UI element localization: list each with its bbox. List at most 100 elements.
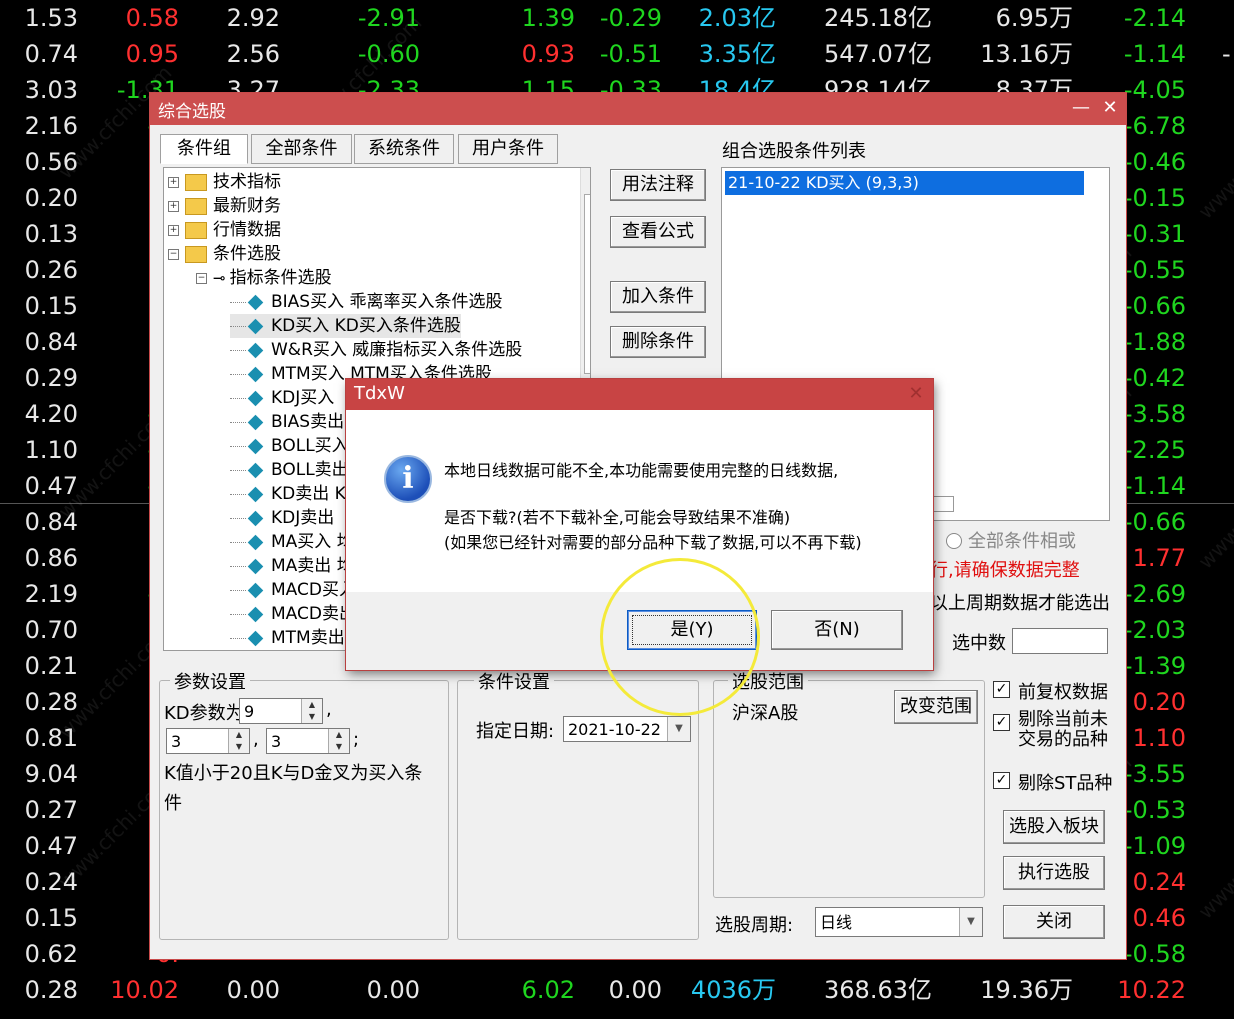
stock-row[interactable]: 0.28 10.02 0.00 0.00 6.02 0.00 4036万 368.63亿 19.… <box>0 972 1234 1008</box>
tree-node-indicator-condition[interactable]: − ⊸ 指标条件选股 <box>196 266 332 290</box>
period-label: 选股周期: <box>715 915 794 936</box>
chevron-down-icon[interactable]: ▼ <box>959 908 982 936</box>
tree-connector <box>230 373 246 375</box>
tab-condition-group[interactable]: 条件组 <box>160 134 248 164</box>
period-select[interactable]: 日线 ▼ <box>815 907 983 937</box>
tree-leaf-condition[interactable]: MA卖出 均 <box>230 554 354 578</box>
tab-user-conditions[interactable]: 用户条件 <box>458 134 558 164</box>
collapse-icon[interactable]: − <box>168 248 179 260</box>
tab-all-conditions[interactable]: 全部条件 <box>251 134 352 164</box>
condition-diamond-icon <box>247 510 264 526</box>
minimize-icon[interactable]: — <box>1068 95 1094 121</box>
radio-all-or[interactable] <box>946 533 962 549</box>
delete-condition-button[interactable]: 删除条件 <box>610 326 706 358</box>
expand-icon[interactable]: + <box>168 224 179 236</box>
stock-cell: 2.03亿 <box>698 4 776 32</box>
collapse-icon[interactable]: − <box>196 272 207 284</box>
stock-row[interactable]: 0.74 0.95 2.56 -0.60 0.93 -0.51 3.35亿 547.07亿 13… <box>0 36 1234 72</box>
forward-adjust-checkbox[interactable]: ✓ <box>993 681 1010 698</box>
msgbox-title-bar[interactable]: TdxW ✕ <box>346 379 933 410</box>
view-formula-button[interactable]: 查看公式 <box>610 216 706 248</box>
stock-cell: 0.27 <box>24 796 78 824</box>
tab-system-conditions[interactable]: 系统条件 <box>354 134 454 164</box>
selected-count-field <box>1012 628 1108 654</box>
dialog-title-bar[interactable]: 综合选股 — ✕ <box>150 93 1126 125</box>
close-icon[interactable]: ✕ <box>1097 95 1123 121</box>
tree-connector <box>230 613 246 615</box>
tree-leaf-condition[interactable]: MACD卖出 <box>230 602 356 626</box>
usage-note-button[interactable]: 用法注释 <box>610 169 706 201</box>
tree-leaf-label: KD买入 KD买入条件选股 <box>271 316 461 336</box>
param-description: K值小于20且K与D金叉为买入条件 <box>164 763 423 814</box>
expand-icon[interactable]: + <box>168 200 179 212</box>
stock-cell: 0.00 <box>366 976 420 1004</box>
list-scroll-thumb[interactable] <box>930 496 954 512</box>
close-button[interactable]: 关闭 <box>1003 905 1105 939</box>
stock-cell: 0.28 <box>24 688 78 716</box>
tree-leaf-condition[interactable]: BIAS卖出 <box>230 410 344 434</box>
stock-cell: 13.16万 <box>980 40 1073 68</box>
date-picker[interactable]: 2021-10-22 ▼ <box>563 716 691 742</box>
tree-connector <box>230 397 246 399</box>
chevron-down-icon[interactable]: ▼ <box>667 717 690 741</box>
comma-label: , <box>326 699 332 720</box>
close-icon[interactable]: ✕ <box>905 382 927 406</box>
run-selection-button[interactable]: 执行选股 <box>1003 856 1105 890</box>
spinner-icon[interactable]: ▲ ▼ <box>228 729 249 753</box>
tree-leaf-condition[interactable]: KD卖出 K <box>230 482 346 506</box>
folder-open-icon <box>185 245 207 263</box>
tree-connector <box>230 565 246 567</box>
tree-leaf-condition[interactable]: MTM卖出 <box>230 626 345 650</box>
scrollbar-thumb[interactable] <box>584 194 590 374</box>
condition-diamond-icon <box>247 390 264 406</box>
tree-connector <box>230 541 246 543</box>
stock-cell: -2.14 <box>1123 4 1186 32</box>
tree-connector <box>230 493 246 495</box>
stock-cell: 0.13 <box>24 220 78 248</box>
tree-leaf-condition[interactable]: KDJ买入 <box>230 386 334 410</box>
tree-leaf-label: MA买入 均 <box>271 532 354 552</box>
expand-icon[interactable]: + <box>168 176 179 188</box>
tree-leaf-label: MACD买入 <box>271 580 356 600</box>
tree-connector <box>230 349 246 351</box>
spinner-icon[interactable]: ▲ ▼ <box>328 729 349 753</box>
change-range-button[interactable]: 改变范围 <box>894 690 978 724</box>
tree-leaf-condition[interactable]: BIAS买入 乖离率买入条件选股 <box>230 290 503 314</box>
stock-cell: 0.93 <box>521 40 575 68</box>
stock-cell: 0.00 <box>608 976 662 1004</box>
tree-leaf-condition[interactable]: BOLL卖出 <box>230 458 349 482</box>
no-button[interactable]: 否(N) <box>771 610 903 650</box>
stock-cell: 0.74 <box>24 40 78 68</box>
tree-node-tech-indicators[interactable]: + 技术指标 <box>168 170 281 194</box>
tree-node-market-data[interactable]: + 行情数据 <box>168 218 281 242</box>
tree-node-latest-finance[interactable]: + 最新财务 <box>168 194 281 218</box>
exclude-st-checkbox[interactable]: ✓ <box>993 772 1010 789</box>
condition-diamond-icon <box>247 414 264 430</box>
list-item-selected[interactable]: 21-10-22 KD买入 (9,3,3) <box>725 171 1084 195</box>
tree-leaf-condition[interactable]: BOLL买入 <box>230 434 349 458</box>
stock-cell: -0.60 <box>357 40 420 68</box>
condition-diamond-icon <box>247 606 264 622</box>
kd-param-3-input[interactable]: 3 ▲ ▼ <box>266 728 350 754</box>
stock-cell: -1.14 <box>1123 40 1186 68</box>
select-to-block-button[interactable]: 选股入板块 <box>1003 810 1105 844</box>
tree-node-condition-select[interactable]: − 条件选股 <box>168 242 281 266</box>
tree-leaf-condition[interactable]: KDJ卖出 <box>230 506 334 530</box>
exclude-untraded-checkbox[interactable]: ✓ <box>993 714 1010 731</box>
stock-cell: 0.58 <box>125 4 179 32</box>
selection-range-group: 选股范围 沪深A股 改变范围 <box>713 668 985 898</box>
tree-leaf-condition[interactable]: MA买入 均 <box>230 530 354 554</box>
kd-param-1-input[interactable]: 9 ▲ ▼ <box>239 698 323 724</box>
tree-leaf-condition[interactable]: MACD买入 <box>230 578 356 602</box>
add-condition-button[interactable]: 加入条件 <box>610 281 706 313</box>
stock-cell: 2.92 <box>226 4 280 32</box>
tree-leaf-label: BOLL买入 <box>271 436 349 456</box>
tree-connector <box>230 421 246 423</box>
stock-row[interactable]: 1.53 0.58 2.92 -2.91 1.39 -0.29 2.03亿 245.18亿 6.… <box>0 0 1234 36</box>
tree-leaf-condition[interactable]: W&R买入 威廉指标买入条件选股 <box>230 338 522 362</box>
spinner-icon[interactable]: ▲ ▼ <box>301 699 322 723</box>
semicolon-label: ; <box>353 729 360 750</box>
tree-leaf-condition[interactable]: KD买入 KD买入条件选股 <box>230 314 461 338</box>
stock-cell: 0.81 <box>24 724 78 752</box>
kd-param-2-input[interactable]: 3 ▲ ▼ <box>166 728 250 754</box>
